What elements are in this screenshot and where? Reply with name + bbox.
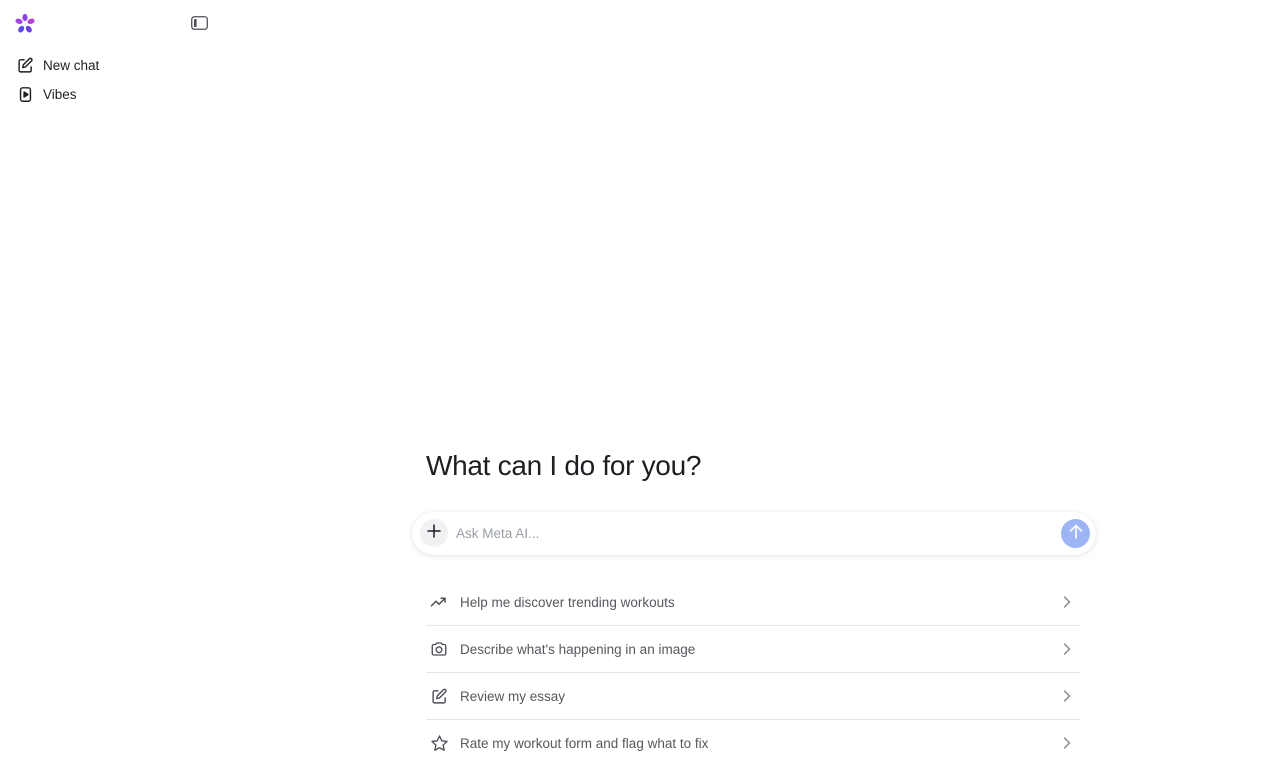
suggestion-label: Review my essay (460, 688, 566, 704)
chevron-right-icon (1059, 594, 1075, 610)
chevron-right-icon (1059, 688, 1075, 704)
sidebar-toggle-icon (190, 15, 208, 35)
video-play-icon (16, 85, 34, 103)
meta-ai-logo-icon[interactable] (14, 13, 36, 35)
plus-icon (427, 523, 441, 543)
edit-icon (16, 56, 34, 74)
sidebar-item-label: Vibes (43, 86, 77, 102)
suggestion-item[interactable]: Review my essay (426, 673, 1081, 720)
page-title: What can I do for you? (426, 450, 702, 481)
suggestion-item[interactable]: Rate my workout form and flag what to fi… (426, 720, 1081, 767)
sidebar-item-label: New chat (43, 57, 100, 73)
send-button[interactable] (1061, 519, 1090, 548)
suggestion-label: Help me discover trending workouts (460, 594, 675, 610)
arrow-up-icon (1069, 524, 1083, 544)
attach-button[interactable] (420, 519, 448, 547)
sidebar: New chat Vibes (0, 0, 220, 768)
suggestion-label: Rate my workout form and flag what to fi… (460, 736, 709, 751)
trending-up-icon (426, 589, 452, 615)
sidebar-toggle-button[interactable] (189, 15, 209, 35)
suggestion-item[interactable]: Help me discover trending workouts (426, 579, 1081, 626)
camera-icon (426, 636, 452, 662)
star-icon (426, 731, 452, 757)
sidebar-item-new-chat[interactable]: New chat (8, 51, 208, 79)
chevron-right-icon (1059, 735, 1075, 751)
suggestion-label: Describe what's happening in an image (460, 641, 696, 657)
sidebar-item-vibes[interactable]: Vibes (8, 80, 208, 108)
suggestion-item[interactable]: Describe what's happening in an image (426, 626, 1081, 673)
edit-icon (426, 683, 452, 709)
chat-input[interactable] (456, 522, 1046, 545)
chevron-right-icon (1059, 641, 1075, 657)
chat-composer (412, 512, 1096, 555)
suggestion-list: Help me discover trending workouts Descr… (426, 579, 1081, 767)
